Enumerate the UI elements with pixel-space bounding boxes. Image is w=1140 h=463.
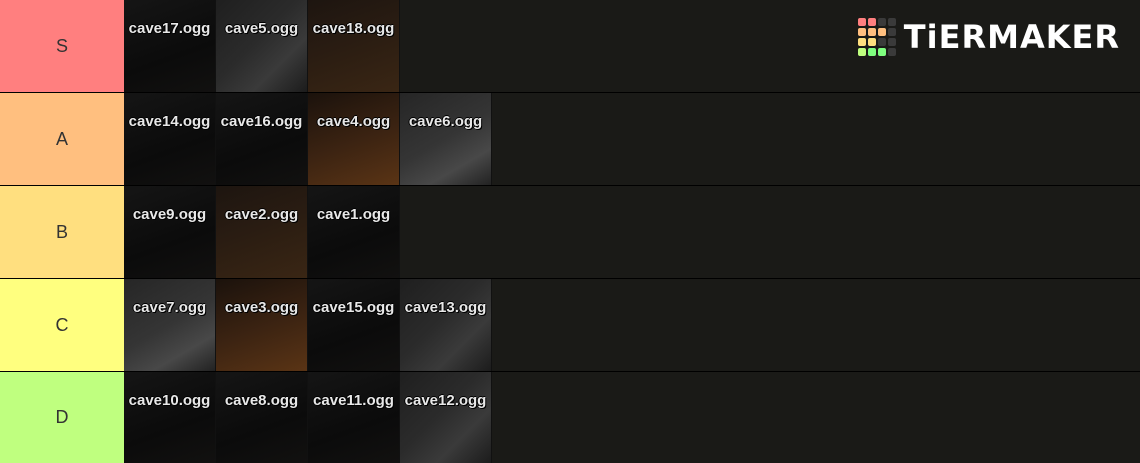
tile-caption: cave18.ogg (312, 20, 395, 38)
tile-caption: cave16.ogg (220, 113, 303, 131)
tier-item-tile[interactable]: cave3.ogg (216, 279, 308, 371)
tile-texture-image (216, 279, 307, 371)
logo-grid-cell (857, 48, 866, 56)
tile-texture-image (400, 93, 491, 185)
logo-grid-cell (877, 38, 886, 46)
tier-item-tile[interactable]: cave5.ogg (216, 0, 308, 92)
tier-item-tile[interactable]: cave8.ogg (216, 372, 308, 463)
tile-caption: cave7.ogg (132, 299, 207, 317)
logo-grid-cell (887, 38, 896, 46)
logo-grid-cell (877, 28, 886, 36)
tier-label[interactable]: D (0, 372, 124, 463)
tiermaker-logo: TiERMAKER (857, 18, 1120, 56)
logo-grid-cell (867, 28, 876, 36)
tile-texture-image (308, 0, 399, 92)
tier-item-tile[interactable]: cave10.ogg (124, 372, 216, 463)
logo-grid-cell (887, 28, 896, 36)
logo-grid-cell (867, 48, 876, 56)
tile-texture-image (124, 0, 215, 92)
logo-grid-cell (877, 48, 886, 56)
tile-texture-image (400, 372, 491, 463)
tier-label[interactable]: S (0, 0, 124, 92)
tile-caption: cave11.ogg (313, 392, 394, 410)
tier-item-tile[interactable]: cave2.ogg (216, 186, 308, 278)
tile-caption: cave14.ogg (128, 113, 211, 131)
tile-texture-image (216, 93, 307, 185)
tier-row-c: Ccave7.ogg cave3.ogg cave15.ogg cave13.ogg (0, 279, 1140, 371)
tile-texture-image (216, 372, 307, 463)
tier-row-d: Dcave10.ogg cave8.ogg cave11.ogg cave12.ogg (0, 372, 1140, 463)
tile-caption: cave12.ogg (404, 392, 487, 410)
tile-texture-image (124, 279, 215, 371)
tier-item-tile[interactable]: cave7.ogg (124, 279, 216, 371)
tile-texture-image (124, 93, 215, 185)
tile-caption: cave2.ogg (224, 206, 299, 224)
tile-caption: cave3.ogg (224, 299, 299, 317)
tile-texture-image (124, 186, 215, 278)
logo-grid-cell (887, 18, 896, 26)
tier-items: cave9.ogg cave2.ogg cave1.ogg (124, 186, 400, 278)
logo-grid-cell (857, 28, 866, 36)
tier-items: cave17.ogg cave5.ogg cave18.ogg (124, 0, 400, 92)
logo-grid-icon (857, 18, 896, 56)
tier-items: cave7.ogg cave3.ogg cave15.ogg cave13.ogg (124, 279, 492, 371)
tile-caption: cave5.ogg (224, 20, 299, 38)
tier-label[interactable]: B (0, 186, 124, 278)
tile-caption: cave10.ogg (128, 392, 211, 410)
tier-item-tile[interactable]: cave18.ogg (308, 0, 400, 92)
tile-caption: cave17.ogg (128, 20, 211, 38)
tier-label[interactable]: C (0, 279, 124, 371)
logo-grid-cell (857, 38, 866, 46)
tier-item-tile[interactable]: cave12.ogg (400, 372, 492, 463)
tile-caption: cave8.ogg (224, 392, 299, 410)
tile-texture-image (216, 0, 307, 92)
tier-item-tile[interactable]: cave11.ogg (308, 372, 400, 463)
tier-item-tile[interactable]: cave16.ogg (216, 93, 308, 185)
tile-caption: cave4.ogg (316, 113, 391, 131)
tier-list-board: Dcave10.ogg cave8.ogg cave11.ogg cave12.ogg… (0, 0, 1140, 463)
tier-item-tile[interactable]: cave15.ogg (308, 279, 400, 371)
tier-items: cave10.ogg cave8.ogg cave11.ogg cave12.ogg (124, 372, 492, 463)
tier-item-tile[interactable]: cave1.ogg (308, 186, 400, 278)
tier-item-tile[interactable]: cave4.ogg (308, 93, 400, 185)
tier-item-tile[interactable]: cave14.ogg (124, 93, 216, 185)
tile-caption: cave6.ogg (408, 113, 483, 131)
logo-grid-cell (877, 18, 886, 26)
tile-caption: cave13.ogg (404, 299, 487, 317)
tile-caption: cave1.ogg (316, 206, 391, 224)
logo-grid-cell (867, 18, 876, 26)
logo-grid-cell (857, 18, 866, 26)
tier-items: cave14.ogg cave16.ogg cave4.ogg cave6.ogg (124, 93, 492, 185)
tile-texture-image (216, 186, 307, 278)
tile-caption: cave15.ogg (312, 299, 395, 317)
logo-grid-cell (867, 38, 876, 46)
tier-row-b: Bcave9.ogg cave2.ogg cave1.ogg (0, 186, 1140, 278)
tile-texture-image (400, 279, 491, 371)
tile-texture-image (308, 186, 399, 278)
tier-item-tile[interactable]: cave13.ogg (400, 279, 492, 371)
tier-item-tile[interactable]: cave17.ogg (124, 0, 216, 92)
tier-item-tile[interactable]: cave6.ogg (400, 93, 492, 185)
tile-texture-image (308, 372, 399, 463)
tier-label[interactable]: A (0, 93, 124, 185)
tile-caption: cave9.ogg (132, 206, 207, 224)
tier-row-a: Acave14.ogg cave16.ogg cave4.ogg cave6.ogg (0, 93, 1140, 185)
tile-texture-image (308, 93, 399, 185)
logo-text: TiERMAKER (903, 18, 1120, 56)
tier-item-tile[interactable]: cave9.ogg (124, 186, 216, 278)
logo-grid-cell (887, 48, 896, 56)
tile-texture-image (124, 372, 215, 463)
tile-texture-image (308, 279, 399, 371)
